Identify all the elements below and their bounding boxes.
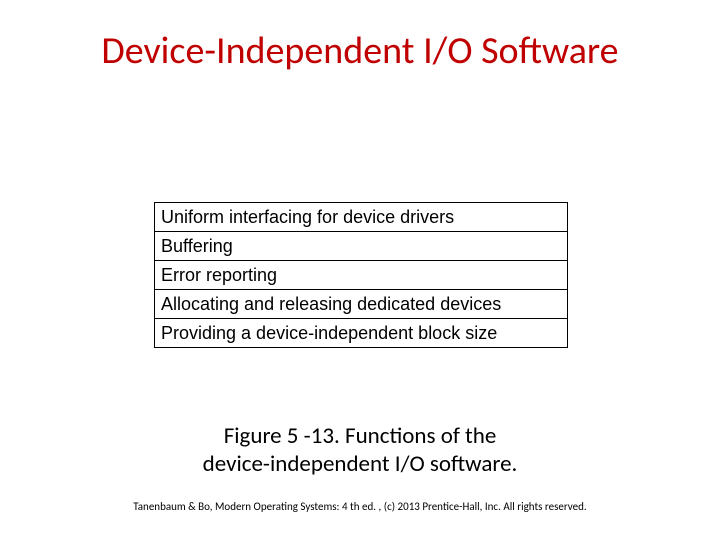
figure-caption: Figure 5 -13. Functions of the device-in… [0,422,720,478]
table-row: Error reporting [155,261,567,290]
copyright-footer: Tanenbaum & Bo, Modern Operating Systems… [0,500,720,513]
table-row: Providing a device-independent block siz… [155,319,567,347]
caption-line: Figure 5 -13. Functions of the [224,422,497,450]
table-row: Allocating and releasing dedicated devic… [155,290,567,319]
caption-line: device-independent I/O software. [203,450,518,478]
slide-title: Device-Independent I/O Software [0,0,720,74]
functions-table: Uniform interfacing for device drivers B… [154,202,568,348]
table-row: Buffering [155,232,567,261]
table-row: Uniform interfacing for device drivers [155,203,567,232]
